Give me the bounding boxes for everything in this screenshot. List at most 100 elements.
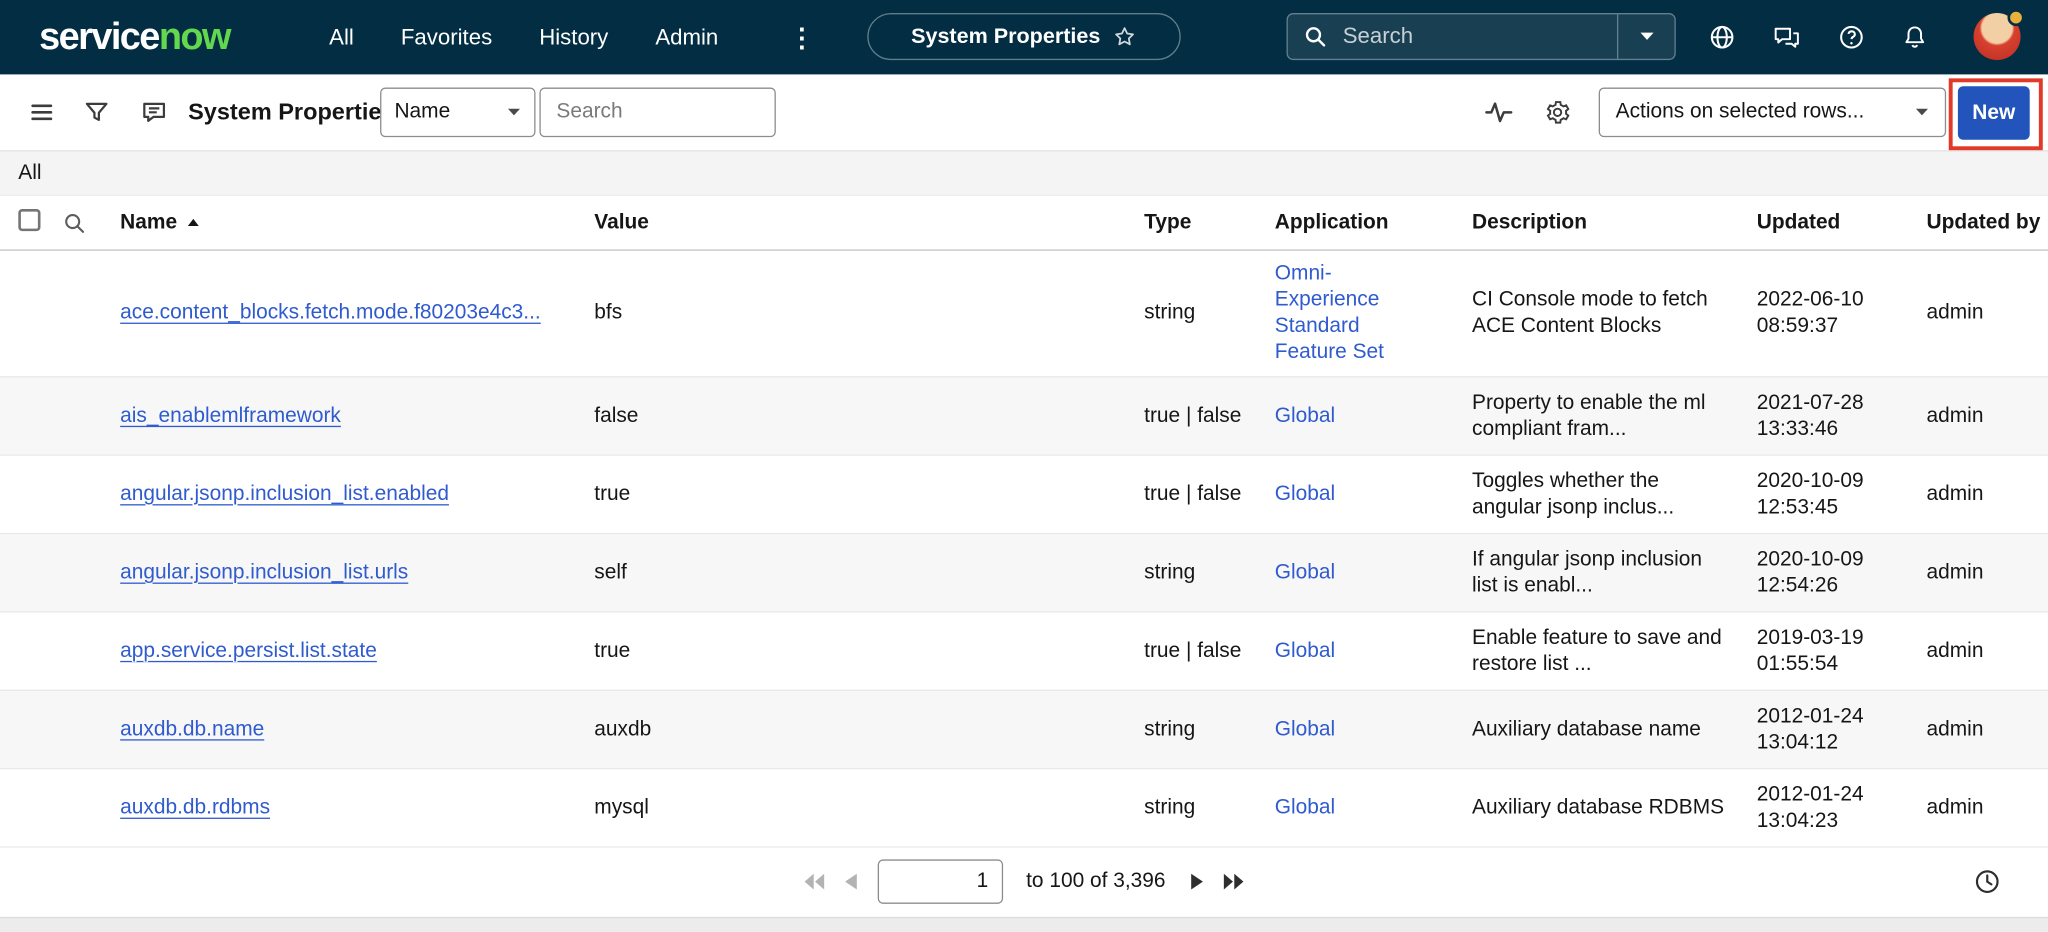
property-type: true | false	[1144, 638, 1246, 664]
nav-history[interactable]: History	[539, 24, 608, 50]
property-description: Auxiliary database RDBMS	[1472, 795, 1757, 821]
application-link[interactable]: Global	[1275, 796, 1335, 818]
pagination-controls: to 100 of 3,396	[803, 859, 1245, 903]
column-header-name-label: Name	[120, 211, 177, 235]
property-value: mysql	[594, 795, 1144, 821]
next-page-icon[interactable]	[1189, 872, 1205, 890]
notifications-bell-icon[interactable]	[1902, 24, 1928, 51]
page-number-input[interactable]	[877, 859, 1002, 903]
column-header-updated-by[interactable]: Updated by	[1927, 211, 2048, 235]
breadcrumb-all[interactable]: All	[18, 161, 41, 185]
property-name-link[interactable]: app.service.persist.list.state	[120, 639, 377, 661]
global-search-input[interactable]	[1340, 22, 1617, 51]
column-header-value[interactable]: Value	[594, 211, 1144, 235]
window-bottom-strip	[0, 917, 2048, 932]
table-body: ace.content_blocks.fetch.mode.f80203e4c3…	[0, 251, 2048, 848]
search-icon	[1304, 25, 1328, 49]
nav-all[interactable]: All	[329, 24, 354, 50]
property-name-link[interactable]: angular.jsonp.inclusion_list.enabled	[120, 483, 449, 505]
column-header-type[interactable]: Type	[1144, 211, 1275, 235]
servicenow-logo[interactable]: servicenow	[39, 16, 230, 59]
nav-favorites[interactable]: Favorites	[401, 24, 492, 50]
property-description: Toggles whether the angular jsonp inclus…	[1472, 468, 1757, 520]
help-icon[interactable]	[1838, 24, 1865, 51]
application-link[interactable]: Global	[1275, 639, 1335, 661]
property-type: string	[1144, 716, 1246, 742]
actions-dropdown[interactable]: Actions on selected rows...	[1599, 88, 1946, 138]
property-type: true | false	[1144, 403, 1246, 429]
refresh-timer-icon[interactable]	[1974, 868, 2001, 895]
updated-timestamp: 2022-06-10 08:59:37	[1757, 287, 1927, 339]
settings-gear-icon[interactable]	[1544, 99, 1571, 126]
logo-text-service: service	[39, 16, 159, 58]
property-name-link[interactable]: auxdb.db.name	[120, 718, 264, 740]
property-name-link[interactable]: ace.content_blocks.fetch.mode.f80203e4c3…	[120, 302, 541, 324]
application-link[interactable]: Global	[1275, 483, 1335, 505]
properties-table: Name Value Type Application Description …	[0, 196, 2048, 848]
updated-by: admin	[1927, 403, 2048, 429]
actions-dropdown-value: Actions on selected rows...	[1616, 101, 1865, 125]
table-row: ais_enablemlframework false true | false…	[0, 377, 2048, 455]
avatar-status-badge	[2008, 9, 2025, 26]
updated-by: admin	[1927, 716, 2048, 742]
property-name-link[interactable]: auxdb.db.rdbms	[120, 796, 270, 818]
select-all-checkbox[interactable]	[18, 208, 40, 230]
updated-by: admin	[1927, 638, 2048, 664]
nav-admin[interactable]: Admin	[655, 24, 718, 50]
logo-text-now: now	[159, 16, 230, 58]
property-type: string	[1144, 300, 1246, 326]
property-value: self	[594, 560, 1144, 586]
globe-icon[interactable]	[1708, 24, 1735, 51]
column-header-updated[interactable]: Updated	[1757, 211, 1927, 235]
column-header-name[interactable]: Name	[120, 211, 594, 235]
breadcrumb-bar: All	[0, 152, 2048, 196]
first-page-icon[interactable]	[803, 872, 825, 890]
last-page-icon[interactable]	[1223, 872, 1245, 890]
favorite-star-icon[interactable]	[1113, 25, 1137, 49]
pagination-bar: to 100 of 3,396	[0, 848, 2048, 916]
filter-icon[interactable]	[84, 99, 110, 125]
table-row: angular.jsonp.inclusion_list.urls self s…	[0, 534, 2048, 612]
application-link[interactable]: Global	[1275, 404, 1335, 426]
updated-timestamp: 2012-01-24 13:04:12	[1757, 703, 1927, 755]
more-options-icon[interactable]: ⋮	[789, 21, 815, 54]
servicenow-app: servicenow All Favorites History Admin ⋮…	[0, 0, 2048, 932]
user-avatar[interactable]	[1974, 13, 2021, 60]
column-search-cell	[52, 211, 120, 235]
column-header-application[interactable]: Application	[1275, 211, 1472, 235]
property-name-link[interactable]: ais_enablemlframework	[120, 404, 341, 426]
chevron-down-icon	[507, 107, 521, 117]
table-row: ace.content_blocks.fetch.mode.f80203e4c3…	[0, 251, 2048, 378]
updated-timestamp: 2021-07-28 13:33:46	[1757, 390, 1927, 442]
column-header-description[interactable]: Description	[1472, 211, 1757, 235]
property-description: Enable feature to save and restore list …	[1472, 625, 1757, 677]
application-link[interactable]: Global	[1275, 718, 1335, 740]
list-search-input[interactable]	[539, 88, 775, 138]
property-value: true	[594, 481, 1144, 507]
search-field-select[interactable]: Name	[380, 88, 535, 138]
previous-page-icon[interactable]	[843, 872, 859, 890]
list-title: System Properties	[188, 99, 394, 126]
list-menu-icon[interactable]	[29, 99, 55, 125]
sort-ascending-icon	[186, 218, 199, 227]
property-type: string	[1144, 560, 1246, 586]
application-link[interactable]: Global	[1275, 561, 1335, 583]
chat-icon[interactable]	[1772, 24, 1801, 50]
property-description: CI Console mode to fetch ACE Content Blo…	[1472, 287, 1757, 339]
application-link[interactable]: Omni-Experience Standard Feature Set	[1275, 263, 1384, 364]
property-name-link[interactable]: angular.jsonp.inclusion_list.urls	[120, 561, 408, 583]
column-search-icon[interactable]	[63, 211, 87, 235]
search-scope-dropdown[interactable]	[1617, 14, 1674, 58]
primary-nav: All Favorites History Admin	[329, 0, 718, 74]
property-description: Property to enable the ml compliant fram…	[1472, 390, 1757, 442]
property-description: If angular jsonp inclusion list is enabl…	[1472, 547, 1757, 599]
chevron-down-icon	[1915, 107, 1929, 117]
new-button[interactable]: New	[1958, 86, 2030, 140]
context-pill-label: System Properties	[911, 24, 1100, 49]
list-comments-icon[interactable]	[141, 99, 167, 125]
updated-timestamp: 2012-01-24 13:04:23	[1757, 782, 1927, 834]
activity-icon[interactable]	[1485, 100, 1512, 125]
context-pill[interactable]: System Properties	[867, 13, 1180, 60]
property-value: bfs	[594, 300, 1144, 326]
global-header: servicenow All Favorites History Admin ⋮…	[0, 0, 2048, 74]
